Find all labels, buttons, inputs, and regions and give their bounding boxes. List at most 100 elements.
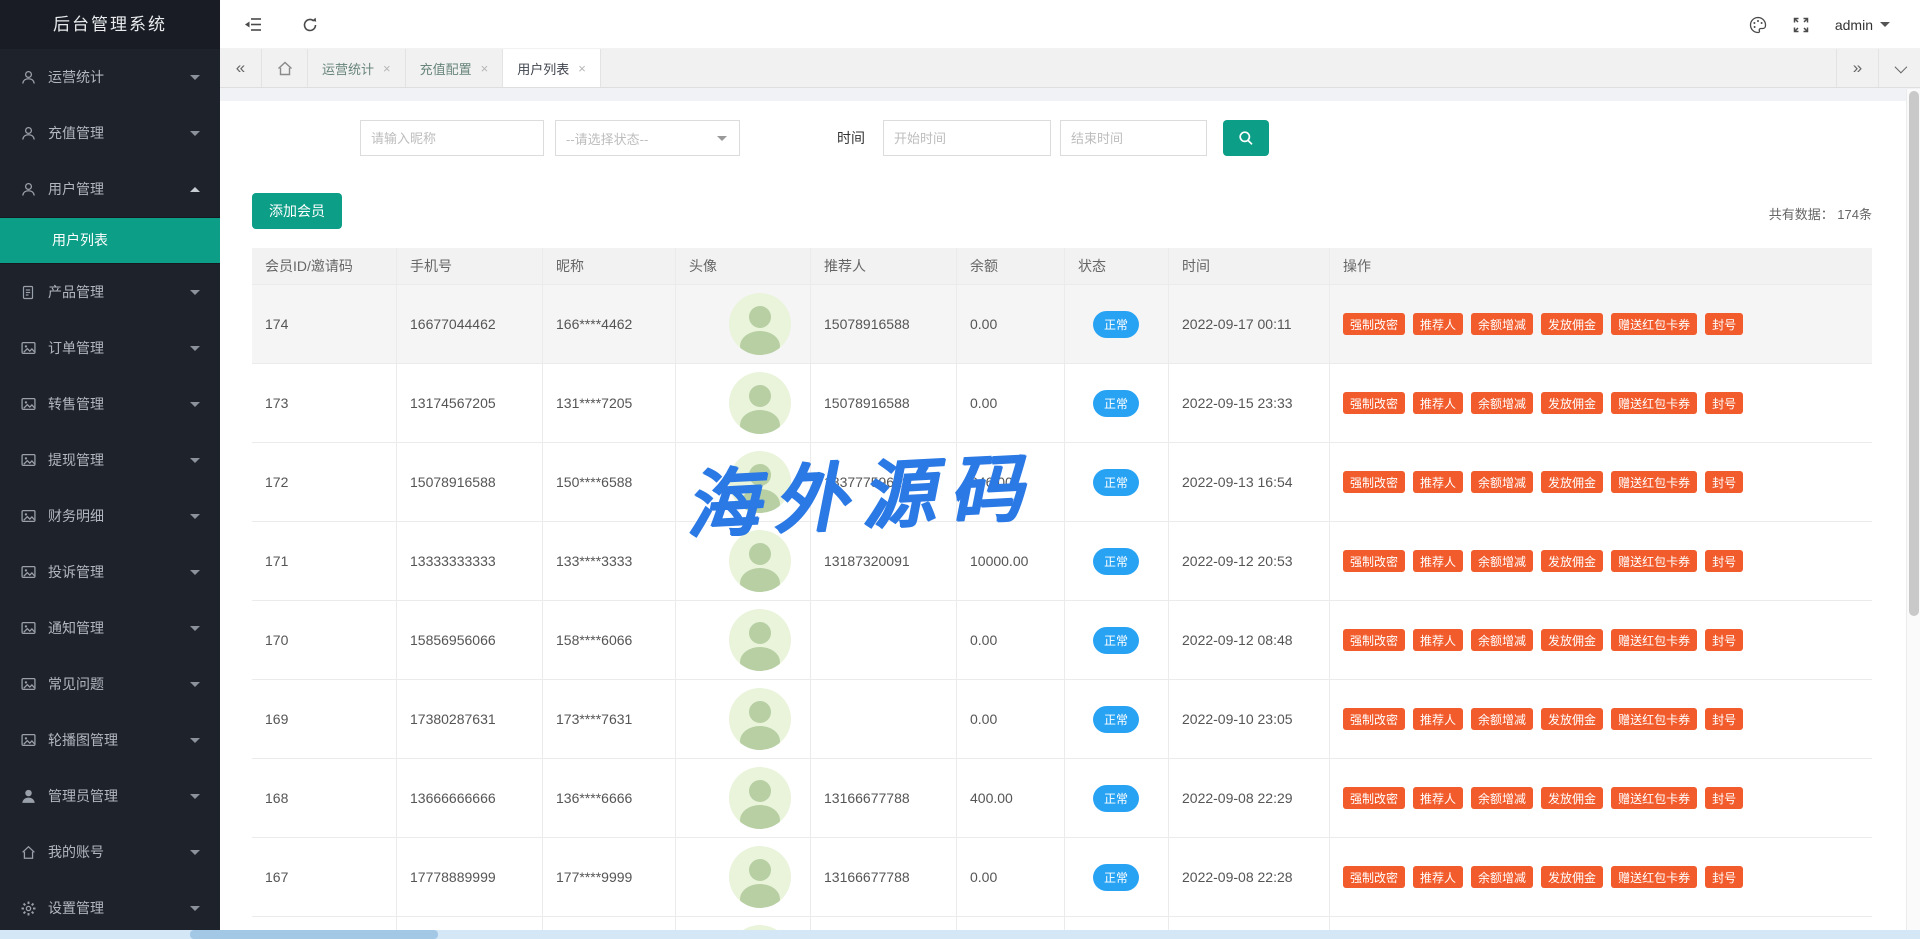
nickname-input[interactable]: [360, 120, 544, 156]
sidebar-item[interactable]: 运营统计: [0, 49, 220, 105]
balance-adjust-button[interactable]: 余额增减: [1471, 708, 1533, 730]
referrer-button[interactable]: 推荐人: [1413, 708, 1463, 730]
grant-commission-button[interactable]: 发放佣金: [1541, 392, 1603, 414]
sidebar-item[interactable]: 常见问题: [0, 656, 220, 712]
sidebar-subitem[interactable]: 用户列表: [0, 218, 220, 263]
time-cell: 2022-09-17 00:11: [1169, 285, 1330, 363]
app-title: 后台管理系统: [0, 0, 220, 49]
balance-adjust-button[interactable]: 余额增减: [1471, 629, 1533, 651]
home-tab[interactable]: [262, 49, 308, 87]
vertical-scrollbar-thumb[interactable]: [1909, 91, 1919, 616]
balance-adjust-button[interactable]: 余额增减: [1471, 313, 1533, 335]
refresh-icon[interactable]: [290, 0, 330, 49]
horizontal-scrollbar-thumb[interactable]: [190, 930, 438, 939]
close-icon[interactable]: ×: [578, 61, 586, 76]
grant-commission-button[interactable]: 发放佣金: [1541, 866, 1603, 888]
force-password-button[interactable]: 强制改密: [1343, 550, 1405, 572]
force-password-button[interactable]: 强制改密: [1343, 392, 1405, 414]
sidebar-item[interactable]: 财务明细: [0, 488, 220, 544]
table-row: 17416677044462166****4462150789165880.00…: [252, 285, 1872, 364]
sidebar-item[interactable]: 投诉管理: [0, 544, 220, 600]
end-time-input[interactable]: [1060, 120, 1207, 156]
gift-coupon-button[interactable]: 赠送红包卡券: [1611, 550, 1697, 572]
tab[interactable]: 运营统计×: [308, 49, 406, 87]
sidebar-item[interactable]: 提现管理: [0, 432, 220, 488]
avatar-cell: [676, 285, 811, 363]
tabs-scroll-right-icon[interactable]: »: [1836, 49, 1878, 87]
force-password-button[interactable]: 强制改密: [1343, 629, 1405, 651]
sidebar-item[interactable]: 产品管理: [0, 264, 220, 320]
force-password-button[interactable]: 强制改密: [1343, 708, 1405, 730]
referrer-button[interactable]: 推荐人: [1413, 629, 1463, 651]
horizontal-scrollbar[interactable]: [0, 930, 1920, 939]
sidebar-item[interactable]: 我的账号: [0, 824, 220, 880]
ban-button[interactable]: 封号: [1705, 787, 1743, 809]
gift-coupon-button[interactable]: 赠送红包卡券: [1611, 708, 1697, 730]
grant-commission-button[interactable]: 发放佣金: [1541, 787, 1603, 809]
tab[interactable]: 用户列表×: [503, 49, 601, 87]
gift-coupon-button[interactable]: 赠送红包卡券: [1611, 313, 1697, 335]
column-header: 头像: [676, 248, 811, 284]
grant-commission-button[interactable]: 发放佣金: [1541, 550, 1603, 572]
add-member-button[interactable]: 添加会员: [252, 193, 342, 229]
fullscreen-icon[interactable]: [1793, 17, 1809, 33]
sidebar-item[interactable]: 用户管理: [0, 161, 220, 217]
grant-commission-button[interactable]: 发放佣金: [1541, 708, 1603, 730]
sidebar-item[interactable]: 设置管理: [0, 880, 220, 936]
sidebar-item[interactable]: 通知管理: [0, 600, 220, 656]
referrer-button[interactable]: 推荐人: [1413, 866, 1463, 888]
referrer-button[interactable]: 推荐人: [1413, 471, 1463, 493]
balance-adjust-button[interactable]: 余额增减: [1471, 550, 1533, 572]
balance-adjust-button[interactable]: 余额增减: [1471, 471, 1533, 493]
ban-button[interactable]: 封号: [1705, 392, 1743, 414]
close-icon[interactable]: ×: [383, 61, 391, 76]
force-password-button[interactable]: 强制改密: [1343, 471, 1405, 493]
force-password-button[interactable]: 强制改密: [1343, 787, 1405, 809]
tab[interactable]: 充值配置 ×: [406, 49, 504, 87]
referrer-button[interactable]: 推荐人: [1413, 313, 1463, 335]
ban-button[interactable]: 封号: [1705, 471, 1743, 493]
chevron-down-icon: [190, 131, 200, 136]
sidebar-item[interactable]: 轮播图管理: [0, 712, 220, 768]
referrer-button[interactable]: 推荐人: [1413, 787, 1463, 809]
ban-button[interactable]: 封号: [1705, 629, 1743, 651]
ban-button[interactable]: 封号: [1705, 866, 1743, 888]
sidebar-item[interactable]: 订单管理: [0, 320, 220, 376]
sidebar-item[interactable]: 充值管理: [0, 105, 220, 161]
tab-label: 充值配置: [420, 59, 472, 78]
ban-button[interactable]: 封号: [1705, 550, 1743, 572]
balance-adjust-button[interactable]: 余额增减: [1471, 866, 1533, 888]
nickname-cell: 173****7631: [543, 680, 676, 758]
sidebar-item-label: 充值管理: [48, 123, 104, 143]
ban-button[interactable]: 封号: [1705, 708, 1743, 730]
balance-adjust-button[interactable]: 余额增减: [1471, 787, 1533, 809]
gift-coupon-button[interactable]: 赠送红包卡券: [1611, 866, 1697, 888]
gift-coupon-button[interactable]: 赠送红包卡券: [1611, 392, 1697, 414]
gift-coupon-button[interactable]: 赠送红包卡券: [1611, 629, 1697, 651]
grant-commission-button[interactable]: 发放佣金: [1541, 471, 1603, 493]
user-menu[interactable]: admin: [1835, 17, 1890, 33]
referrer-button[interactable]: 推荐人: [1413, 550, 1463, 572]
gift-coupon-button[interactable]: 赠送红包卡券: [1611, 787, 1697, 809]
balance-adjust-button[interactable]: 余额增减: [1471, 392, 1533, 414]
grant-commission-button[interactable]: 发放佣金: [1541, 313, 1603, 335]
sidebar-item[interactable]: 管理员管理: [0, 768, 220, 824]
force-password-button[interactable]: 强制改密: [1343, 313, 1405, 335]
menu-toggle-icon[interactable]: [233, 0, 273, 49]
vertical-scrollbar[interactable]: [1906, 89, 1920, 930]
search-button[interactable]: [1223, 120, 1269, 156]
force-password-button[interactable]: 强制改密: [1343, 866, 1405, 888]
referrer-button[interactable]: 推荐人: [1413, 392, 1463, 414]
status-select[interactable]: --请选择状态--: [555, 120, 740, 156]
start-time-input[interactable]: [883, 120, 1051, 156]
theme-palette-icon[interactable]: [1749, 16, 1767, 34]
tabs-scroll-left-icon[interactable]: «: [220, 49, 262, 87]
chevron-up-icon: [190, 187, 200, 192]
grant-commission-button[interactable]: 发放佣金: [1541, 629, 1603, 651]
ban-button[interactable]: 封号: [1705, 313, 1743, 335]
gift-coupon-button[interactable]: 赠送红包卡券: [1611, 471, 1697, 493]
tabs-menu-icon[interactable]: [1878, 49, 1920, 87]
close-icon[interactable]: ×: [481, 61, 489, 76]
member-id-cell: 174: [252, 285, 397, 363]
sidebar-item[interactable]: 转售管理: [0, 376, 220, 432]
